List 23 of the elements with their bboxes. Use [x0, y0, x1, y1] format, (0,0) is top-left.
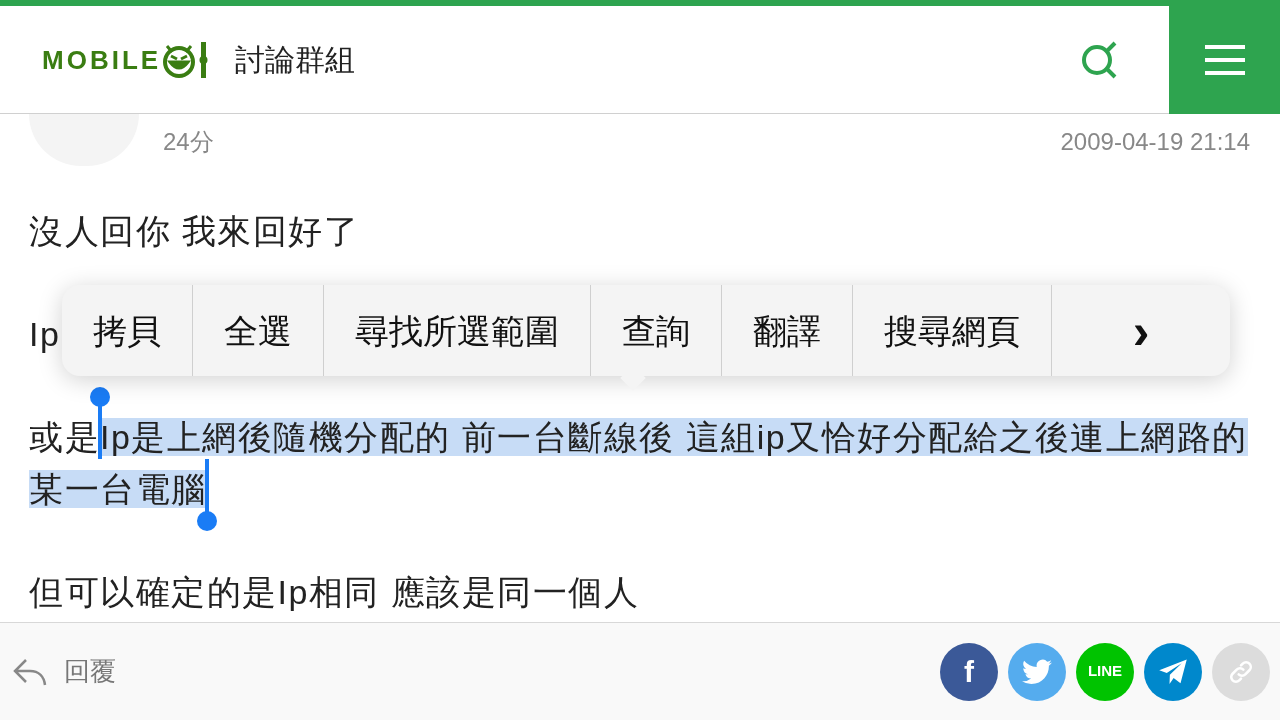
context-menu-item[interactable]: 尋找所選範圍: [324, 285, 591, 376]
post-paragraph: Ip: [29, 314, 61, 355]
section-title: 討論群組: [235, 42, 356, 78]
context-menu-item[interactable]: 翻譯: [722, 285, 853, 376]
logo-text: MOBILE: [42, 46, 162, 73]
telegram-share-button[interactable]: [1144, 642, 1202, 701]
twitter-share-button[interactable]: [1008, 642, 1066, 701]
context-menu-item[interactable]: 全選: [193, 285, 324, 376]
post-paragraph: 沒人回你 我來回好了: [29, 211, 360, 252]
reply-arrow-icon: [12, 656, 48, 687]
search-icon: [1080, 40, 1118, 79]
more-button[interactable]: ›: [1052, 285, 1230, 376]
post-date: 2009-04-19 21:14: [1060, 130, 1250, 154]
post-paragraph: 但可以確定的是Ip相同 應該是同一個人: [29, 572, 640, 613]
context-menu-item[interactable]: 搜尋網頁: [853, 285, 1052, 376]
context-menu-item[interactable]: 拷貝: [62, 285, 193, 376]
menu-button[interactable]: [1169, 5, 1280, 114]
post-score: 24分: [163, 130, 214, 154]
reply-button[interactable]: 回覆: [64, 652, 116, 691]
facebook-share-button[interactable]: f: [940, 642, 998, 701]
bird-icon: [1022, 658, 1052, 685]
menu-icon: [1204, 44, 1245, 75]
paper-plane-icon: [1158, 657, 1188, 686]
